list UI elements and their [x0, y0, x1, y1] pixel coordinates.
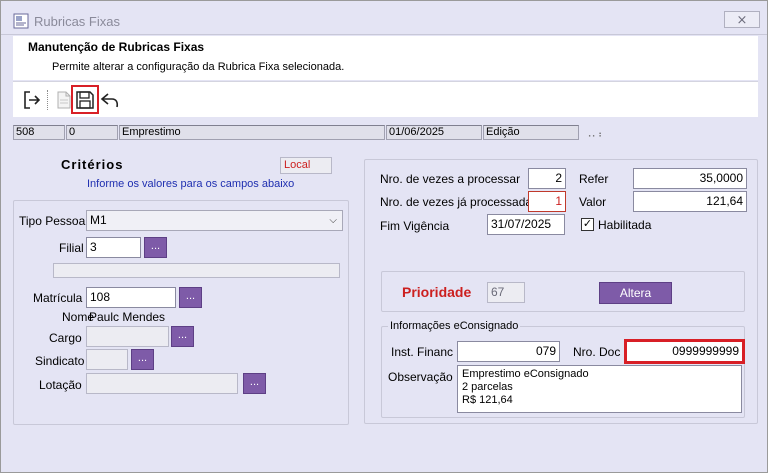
status-zero: 0: [66, 125, 118, 140]
vezes-processar-label: Nro. de vezes a processar: [380, 172, 521, 186]
status-date: 01/06/2025: [386, 125, 482, 140]
matricula-lookup-button[interactable]: ...: [179, 287, 202, 308]
lotacao-label: Lotação: [39, 378, 82, 392]
record-status-bar: 508 0 Emprestimo 01/06/2025 Edição: [13, 125, 603, 140]
rubricas-fixas-window: Rubricas Fixas ⨯ Manutenção de Rubricas …: [0, 0, 768, 473]
status-code: 508: [13, 125, 65, 140]
local-badge: Local: [280, 157, 332, 174]
observacao-line-2: 2 parcelas: [462, 381, 513, 393]
close-button[interactable]: ⨯: [724, 11, 760, 28]
cargo-lookup-button[interactable]: ...: [171, 326, 194, 347]
observacao-label: Observação: [388, 370, 453, 384]
criteria-hint: Informe os valores para os campos abaixo: [87, 178, 295, 190]
vezes-processadas-field: 1: [528, 191, 566, 212]
observacao-line-1: Emprestimo eConsignado: [462, 368, 589, 380]
observacao-textarea[interactable]: Emprestimo eConsignado 2 parcelas R$ 121…: [457, 365, 742, 413]
cargo-field: [86, 326, 169, 347]
lotacao-lookup-button[interactable]: ...: [243, 373, 266, 394]
criteria-title: Critérios: [61, 157, 124, 172]
valor-label: Valor: [579, 195, 607, 209]
window-title: Rubricas Fixas: [34, 14, 120, 29]
filial-label: Filial: [59, 241, 84, 255]
fim-vigencia-input[interactable]: 31/07/2025: [487, 214, 565, 235]
nro-doc-highlight: [624, 339, 745, 364]
save-button[interactable]: [71, 85, 99, 114]
undo-icon[interactable]: [99, 89, 121, 111]
habilitada-checkbox[interactable]: ✓: [581, 218, 594, 231]
status-name: Emprestimo: [119, 125, 385, 140]
app-icon: [13, 13, 29, 29]
tipo-pessoa-value: M1: [90, 213, 107, 227]
nome-value: Paulc Mendes: [89, 310, 166, 324]
resize-grip-icon: ⠠⠄⠆: [585, 129, 605, 139]
sindicato-label: Sindicato: [35, 354, 85, 368]
header-panel: Manutenção de Rubricas Fixas Permite alt…: [13, 36, 758, 80]
toolbar: [13, 81, 758, 117]
refer-label: Refer: [579, 172, 609, 186]
title-bar: Rubricas Fixas ⨯: [1, 1, 767, 35]
tipo-pessoa-select[interactable]: M1 ⌵: [86, 210, 343, 231]
status-mode: Edição: [483, 125, 579, 140]
filial-name-field: [53, 263, 340, 278]
inst-financ-label: Inst. Financ: [391, 345, 454, 359]
matricula-input[interactable]: 108: [86, 287, 176, 308]
page-subtitle: Permite alterar a configuração da Rubric…: [52, 61, 345, 73]
chevron-down-icon: ⌵: [329, 215, 337, 226]
habilitada-label: Habilitada: [598, 218, 652, 232]
exit-icon[interactable]: [21, 89, 43, 111]
nro-doc-label: Nro. Doc: [573, 345, 621, 359]
vezes-processar-input[interactable]: 2: [528, 168, 566, 189]
vezes-processadas-label: Nro. de vezes já processadas: [380, 195, 539, 209]
econsignado-title: Informações eConsignado: [388, 320, 521, 332]
filial-input[interactable]: 3: [86, 237, 141, 258]
matricula-label: Matrícula: [33, 291, 83, 305]
refer-input[interactable]: 35,0000: [633, 168, 747, 189]
prioridade-field: 67: [487, 282, 525, 303]
page-title: Manutenção de Rubricas Fixas: [28, 40, 205, 54]
fim-vigencia-label: Fim Vigência: [380, 219, 450, 233]
observacao-line-3: R$ 121,64: [462, 394, 513, 406]
save-icon: [76, 91, 94, 109]
altera-button[interactable]: Altera: [599, 282, 672, 304]
toolbar-separator: [47, 90, 49, 110]
filial-lookup-button[interactable]: ...: [144, 237, 167, 258]
prioridade-label: Prioridade: [402, 284, 472, 300]
checkmark-icon: ✓: [582, 218, 593, 230]
sindicato-lookup-button[interactable]: ...: [131, 349, 154, 370]
inst-financ-input[interactable]: 079: [457, 341, 560, 362]
tipo-pessoa-label: Tipo Pessoa: [19, 214, 86, 228]
valor-input[interactable]: 121,64: [633, 191, 747, 212]
cargo-label: Cargo: [49, 331, 82, 345]
lotacao-field: [86, 373, 238, 394]
close-icon: ⨯: [736, 12, 748, 27]
sindicato-field: [86, 349, 128, 370]
